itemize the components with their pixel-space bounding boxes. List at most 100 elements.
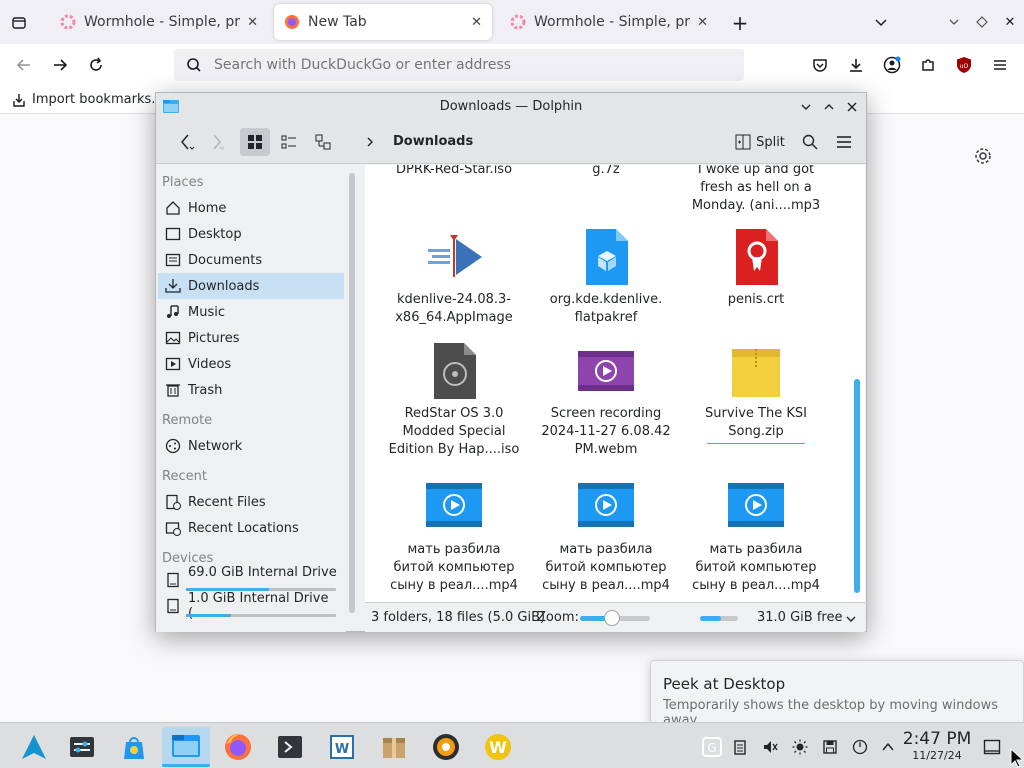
clipboard-tray-icon[interactable]: G — [700, 735, 724, 759]
close-window-icon[interactable]: ✕ — [1000, 12, 1020, 32]
maximize-window-icon[interactable] — [972, 12, 992, 32]
file-view[interactable]: DPRK-Red-Star.iso g.7z I woke up and got… — [365, 165, 865, 602]
file-item[interactable]: мать разбила битой компьютер сыну в реал… — [531, 477, 681, 595]
places-item-network[interactable]: Network — [158, 433, 344, 459]
import-bookmarks-label: Import bookmarks... — [32, 92, 164, 107]
file-item[interactable]: DPRK-Red-Star.iso — [379, 165, 529, 179]
zoom-slider[interactable] — [580, 610, 650, 626]
file-item[interactable]: penis.crt — [681, 227, 831, 309]
places-item-home[interactable]: Home — [158, 195, 344, 221]
address-bar[interactable] — [174, 49, 744, 81]
file-item[interactable]: kdenlive-24.08.3- x86_64.AppImage — [379, 227, 529, 327]
import-bookmarks-button[interactable]: Import bookmarks... — [12, 92, 164, 107]
file-item[interactable]: Survive The KSI Song.zip — [681, 341, 831, 444]
firefox-icon[interactable] — [218, 727, 258, 767]
close-tab-icon[interactable]: ✕ — [247, 15, 258, 30]
places-item-label: Downloads — [188, 278, 260, 294]
tab-new-tab[interactable]: New Tab ✕ — [274, 4, 492, 40]
file-view-scrollbar[interactable] — [854, 379, 860, 593]
tab-overview-icon[interactable] — [8, 12, 30, 34]
search-input[interactable] — [214, 57, 714, 73]
file-item[interactable]: g.7z — [531, 165, 681, 179]
file-name: kdenlive-24.08.3- x86_64.AppImage — [395, 292, 513, 325]
wine-icon[interactable]: W — [322, 727, 362, 767]
dolphin-icon[interactable] — [162, 727, 210, 767]
compact-view-button[interactable] — [274, 128, 304, 156]
maximize-chevron-icon[interactable] — [819, 97, 839, 117]
minimize-chevron-icon[interactable] — [796, 97, 816, 117]
discover-icon[interactable] — [114, 727, 154, 767]
konsole-icon[interactable] — [270, 727, 310, 767]
split-label: Split — [756, 134, 785, 150]
peazip-icon[interactable] — [426, 727, 466, 767]
ublock-origin-icon[interactable]: uO — [952, 53, 976, 77]
minimize-window-icon[interactable] — [944, 12, 964, 32]
file-item[interactable]: Screen recording 2024-11-27 6.08.42 PM.w… — [531, 341, 681, 459]
folder-summary: 3 folders, 18 files (5.0 GiB) — [371, 610, 546, 625]
close-icon[interactable] — [842, 97, 862, 117]
close-tab-icon[interactable]: ✕ — [471, 15, 482, 30]
places-item-videos[interactable]: Videos — [158, 351, 344, 377]
places-scrollbar[interactable] — [349, 173, 355, 613]
hamburger-menu-button[interactable] — [830, 128, 858, 156]
tab-wormhole-1[interactable]: Wormhole - Simple, privat ✕ — [50, 4, 268, 40]
forward-button[interactable] — [200, 128, 232, 156]
close-tab-icon[interactable]: ✕ — [697, 15, 708, 30]
forward-arrow-icon[interactable] — [48, 53, 72, 77]
dolphin-titlebar[interactable]: Downloads — Dolphin — [156, 93, 866, 120]
list-all-tabs-chevron-icon[interactable] — [870, 12, 892, 34]
icons-view-icon — [248, 135, 262, 149]
brightness-icon[interactable] — [790, 737, 810, 757]
breadcrumb-chevron-icon[interactable] — [362, 128, 378, 156]
disc-image-icon — [424, 341, 484, 401]
pocket-icon[interactable] — [808, 53, 832, 77]
places-item-label: Videos — [188, 356, 232, 372]
places-item-trash[interactable]: Trash — [158, 377, 344, 403]
back-arrow-icon[interactable] — [12, 53, 36, 77]
downloads-arrow-icon[interactable] — [844, 53, 868, 77]
breadcrumb-downloads[interactable]: Downloads — [393, 134, 473, 149]
file-item[interactable]: мать разбила битой компьютер сыну в реал… — [379, 477, 529, 595]
storage-icon[interactable] — [820, 737, 840, 757]
peek-at-desktop-icon[interactable] — [982, 737, 1002, 757]
places-item-music[interactable]: Music — [158, 299, 344, 325]
search-icon — [802, 134, 818, 150]
places-item-documents[interactable]: Documents — [158, 247, 344, 273]
split-button[interactable]: Split — [730, 128, 790, 156]
app-launcher-icon[interactable] — [14, 727, 54, 767]
video-icon — [576, 477, 636, 537]
hamburger-menu-icon[interactable] — [988, 53, 1012, 77]
file-item[interactable]: I woke up and got fresh as hell on a Mon… — [681, 165, 831, 215]
wormhole-icon[interactable]: W — [478, 727, 518, 767]
places-item-recent-locations[interactable]: Recent Locations — [158, 515, 344, 541]
file-name: мать разбила битой компьютер сыну в реал… — [692, 542, 820, 593]
details-view-button[interactable] — [308, 128, 338, 156]
performance-gauge-icon[interactable] — [850, 737, 870, 757]
digital-clock[interactable]: 2:47 PM 11/27/24 — [900, 729, 974, 762]
tab-wormhole-2[interactable]: Wormhole - Simple, privat ✕ — [500, 4, 718, 40]
zoom-slider-handle[interactable] — [603, 610, 620, 626]
file-item[interactable]: мать разбила битой компьютер сыну в реал… — [681, 477, 831, 595]
places-item-desktop[interactable]: Desktop — [158, 221, 344, 247]
new-tab-plus-icon[interactable]: + — [728, 11, 752, 35]
klipper-clipboard-icon[interactable] — [730, 737, 750, 757]
window-title: Downloads — Dolphin — [439, 99, 583, 114]
free-space-chevron-icon[interactable] — [845, 613, 857, 625]
search-button[interactable] — [796, 128, 824, 156]
volume-muted-icon[interactable] — [760, 737, 780, 757]
free-space-label: 31.0 GiB free — [757, 610, 843, 625]
system-settings-icon[interactable] — [62, 727, 102, 767]
account-icon[interactable] — [880, 53, 904, 77]
reload-icon[interactable] — [84, 53, 108, 77]
places-item-recent-files[interactable]: Recent Files — [158, 489, 344, 515]
file-item[interactable]: org.kde.kdenlive. flatpakref — [531, 227, 681, 327]
file-item[interactable]: RedStar OS 3.0 Modded Special Edition By… — [379, 341, 529, 459]
package-icon[interactable] — [374, 727, 414, 767]
clock-time: 2:47 PM — [902, 729, 972, 749]
page-settings-gear-icon[interactable] — [972, 145, 994, 167]
expand-tray-chevron-icon[interactable] — [878, 737, 898, 757]
places-item-pictures[interactable]: Pictures — [158, 325, 344, 351]
extensions-puzzle-icon[interactable] — [916, 53, 940, 77]
places-item-downloads[interactable]: Downloads — [158, 273, 344, 299]
icons-view-button[interactable] — [240, 128, 270, 156]
